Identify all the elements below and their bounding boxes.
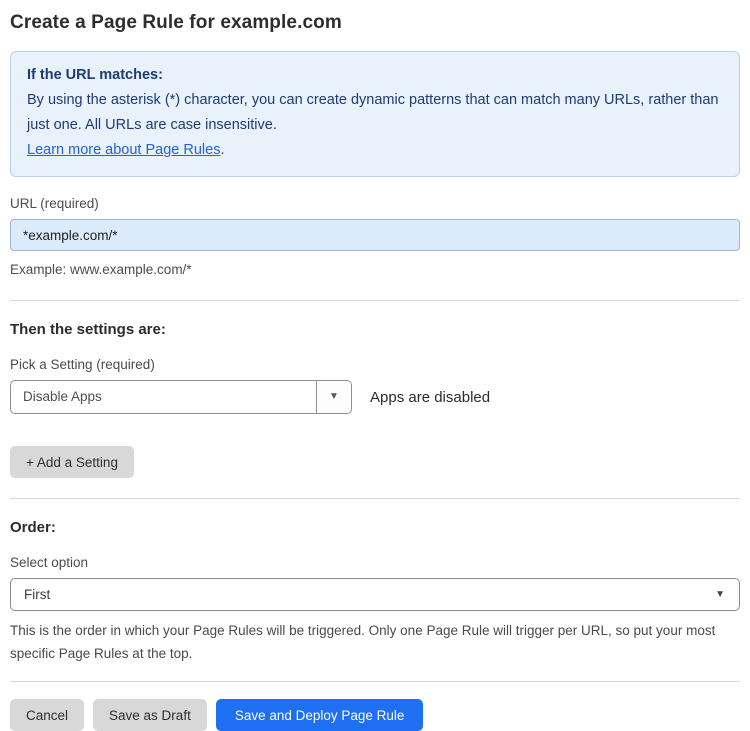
order-help-text: This is the order in which your Page Rul… [10, 623, 716, 661]
divider [10, 498, 740, 499]
setting-dropdown-caret-button[interactable]: ▼ [316, 381, 351, 413]
learn-more-link[interactable]: Learn more about Page Rules [27, 142, 220, 158]
info-box-link-line: Learn more about Page Rules. [27, 138, 723, 163]
cancel-button[interactable]: Cancel [10, 699, 85, 731]
footer-actions: Cancel Save as Draft Save and Deploy Pag… [10, 699, 740, 731]
setting-row: Disable Apps ▼ Apps are disabled [10, 380, 740, 414]
order-select[interactable]: First ▼ [10, 578, 740, 611]
chevron-down-icon: ▼ [329, 391, 339, 402]
info-box-heading: If the URL matches: [27, 67, 163, 83]
url-match-info-box: If the URL matches: By using the asteris… [10, 51, 740, 177]
page-title: Create a Page Rule for example.com [10, 12, 342, 33]
chevron-down-icon: ▼ [715, 588, 725, 600]
link-suffix: . [220, 142, 225, 158]
save-draft-button[interactable]: Save as Draft [93, 699, 207, 731]
setting-status-text: Apps are disabled [370, 388, 491, 406]
order-section-heading: Order: [10, 519, 56, 536]
order-select-value: First [24, 587, 51, 602]
url-field-label: URL (required) [10, 196, 99, 211]
setting-dropdown-value: Disable Apps [23, 389, 102, 404]
url-input[interactable] [10, 219, 740, 251]
settings-section-heading: Then the settings are: [10, 321, 166, 338]
info-box-body: By using the asterisk (*) character, you… [27, 92, 719, 133]
url-example-text: Example: www.example.com/* [10, 262, 192, 277]
setting-picker-label: Pick a Setting (required) [10, 357, 155, 372]
add-setting-button[interactable]: + Add a Setting [10, 446, 134, 478]
order-select-label: Select option [10, 555, 89, 570]
divider [10, 300, 740, 301]
divider [10, 681, 740, 682]
setting-dropdown[interactable]: Disable Apps ▼ [10, 380, 352, 414]
save-deploy-button[interactable]: Save and Deploy Page Rule [215, 699, 424, 731]
